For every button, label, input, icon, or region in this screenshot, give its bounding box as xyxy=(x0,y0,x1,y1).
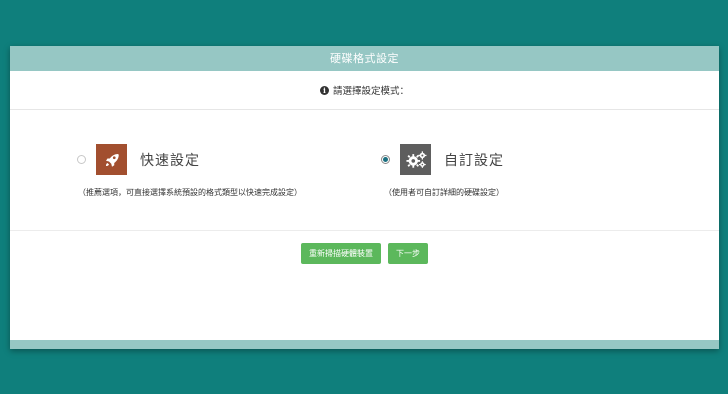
dialog-title: 硬碟格式設定 xyxy=(10,46,719,71)
mode-prompt-text: 請選擇設定模式： xyxy=(332,86,409,97)
rescan-hardware-button[interactable]: 重新掃描硬體裝置 xyxy=(301,243,381,264)
action-buttons: 重新掃描硬體裝置 下一步 xyxy=(10,243,719,264)
mode-options: 快速設定 （推薦選項，可直接選擇系統預設的格式類型以快速完成設定） 自訂設定 （… xyxy=(10,110,719,231)
mode-prompt: i 請選擇設定模式： xyxy=(10,71,719,110)
quick-setup-description: （推薦選項，可直接選擇系統預設的格式類型以快速完成設定） xyxy=(78,188,302,197)
quick-setup-radio[interactable] xyxy=(77,155,86,164)
next-step-button[interactable]: 下一步 xyxy=(388,243,428,264)
custom-setup-description: （使用者可自訂詳細的硬碟設定） xyxy=(384,188,504,197)
custom-setup-radio[interactable] xyxy=(381,155,390,164)
format-settings-dialog: 硬碟格式設定 i 請選擇設定模式： 快速設定 （推薦選項，可直接選擇系統預設的格… xyxy=(10,46,719,349)
info-circle-icon: i xyxy=(319,85,329,95)
quick-setup-label: 快速設定 xyxy=(140,152,200,169)
rocket-icon xyxy=(96,144,127,175)
custom-setup-label: 自訂設定 xyxy=(444,152,504,169)
gears-icon xyxy=(400,144,431,175)
option-quick-setup[interactable]: 快速設定 （推薦選項，可直接選擇系統預設的格式類型以快速完成設定） xyxy=(76,144,302,198)
option-custom-setup[interactable]: 自訂設定 （使用者可自訂詳細的硬碟設定） xyxy=(381,144,504,198)
dialog-footer-strip xyxy=(10,340,719,349)
